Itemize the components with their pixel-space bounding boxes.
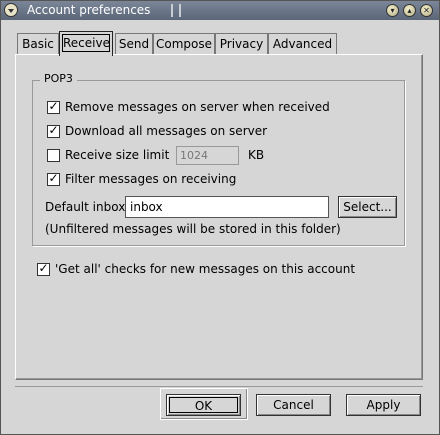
maximize-icon[interactable]: ▴ [403, 4, 416, 17]
window-title: Account preferences [27, 3, 151, 17]
title-grip-icon [171, 4, 181, 17]
ok-button-label: OK [169, 397, 238, 413]
apply-button[interactable]: Apply [346, 394, 421, 416]
size-limit-checkbox[interactable] [47, 149, 60, 162]
filter-on-receive-label: Filter messages on receiving [65, 172, 237, 186]
size-limit-label: Receive size limit [65, 148, 170, 162]
get-all-label: 'Get all' checks for new messages on thi… [55, 262, 356, 276]
tab-send[interactable]: Send [115, 33, 153, 55]
download-all-label: Download all messages on server [65, 124, 268, 138]
close-icon[interactable]: ✕ [420, 4, 433, 17]
select-inbox-button[interactable]: Select... [338, 196, 397, 218]
tab-compose[interactable]: Compose [153, 33, 215, 55]
remove-on-server-label: Remove messages on server when received [65, 100, 330, 114]
get-all-checkbox[interactable] [37, 261, 50, 276]
bottom-separator [15, 386, 423, 387]
download-all-checkbox[interactable] [47, 123, 60, 138]
minimize-icon[interactable]: ▾ [386, 4, 399, 17]
tab-receive[interactable]: Receive [59, 31, 113, 56]
ok-button[interactable]: OK [166, 394, 241, 416]
unfiltered-note: (Unfiltered messages will be stored in t… [45, 222, 341, 236]
cancel-button[interactable]: Cancel [256, 394, 331, 416]
remove-on-server-checkbox[interactable] [47, 99, 60, 114]
size-limit-unit: KB [248, 148, 265, 162]
window-menu-icon[interactable] [4, 3, 18, 17]
size-limit-input[interactable]: 1024 [176, 146, 239, 165]
default-inbox-label: Default inbox [45, 200, 126, 214]
tab-send-label: Send [118, 37, 150, 51]
tab-basic-label: Basic [22, 37, 54, 51]
tab-compose-label: Compose [155, 37, 212, 51]
tab-advanced[interactable]: Advanced [268, 33, 337, 55]
tab-privacy-label: Privacy [219, 37, 264, 51]
tab-advanced-label: Advanced [272, 37, 333, 51]
filter-on-receive-checkbox[interactable] [47, 171, 60, 186]
tab-basic[interactable]: Basic [17, 33, 59, 55]
default-inbox-input[interactable]: inbox [125, 196, 329, 218]
title-bar[interactable]: Account preferences ▾ ▴ ✕ [1, 1, 439, 20]
tab-privacy[interactable]: Privacy [215, 33, 268, 55]
tab-receive-label: Receive [62, 34, 110, 52]
pop3-group-title: POP3 [40, 72, 77, 85]
